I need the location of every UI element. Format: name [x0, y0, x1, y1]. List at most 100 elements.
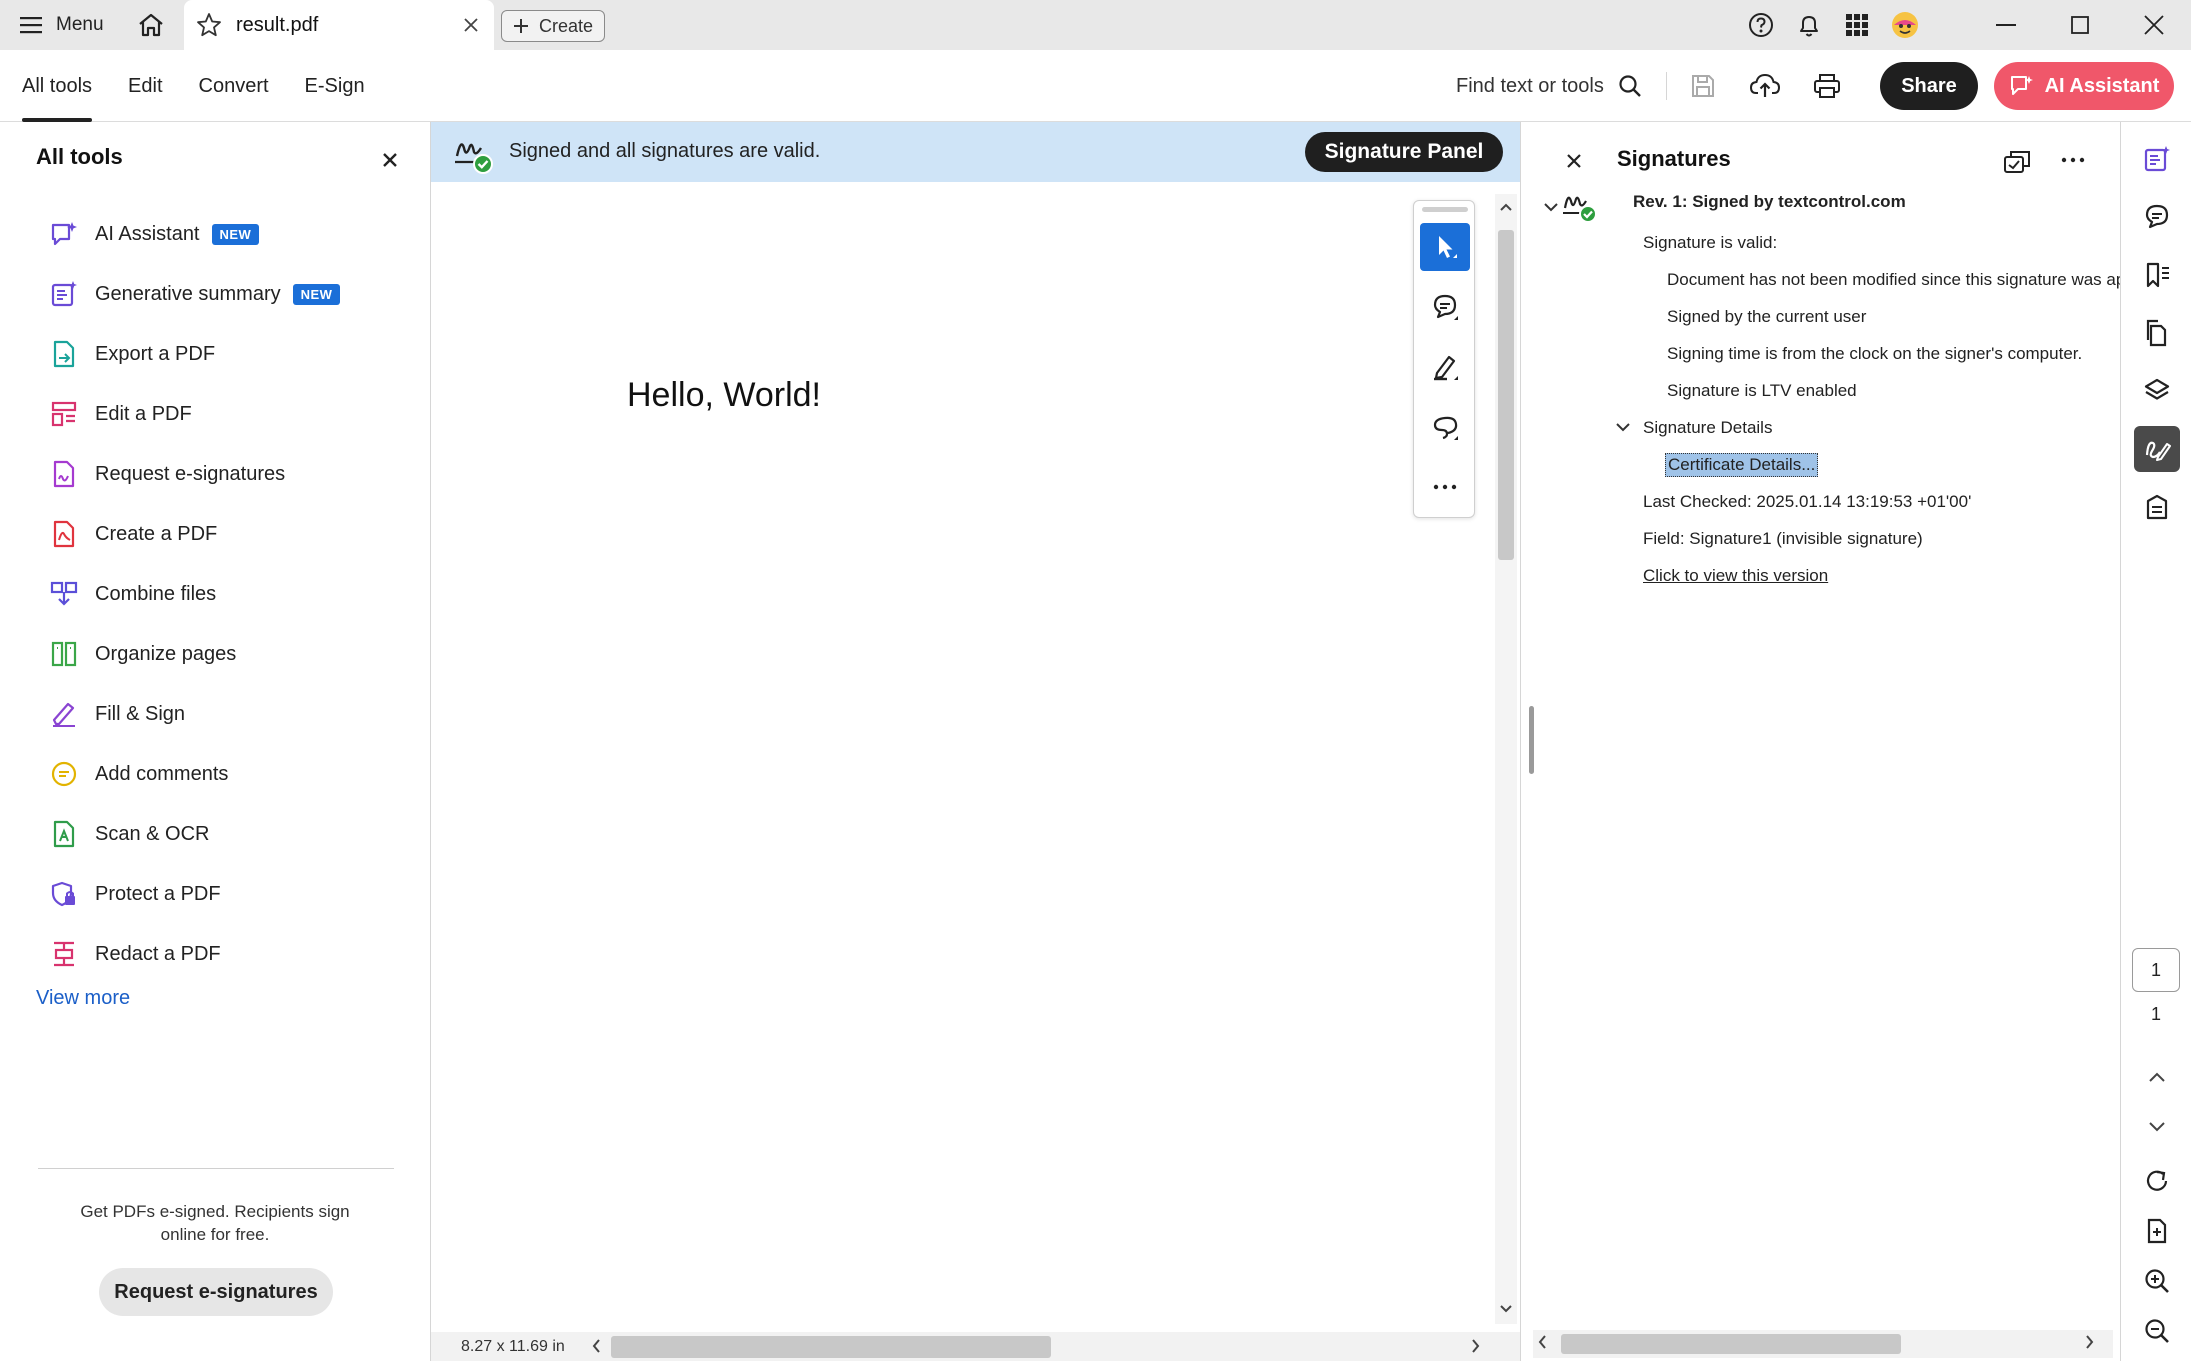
tab-edit[interactable]: Edit	[128, 50, 162, 122]
cursor-arrow-icon	[1431, 232, 1459, 262]
vertical-scrollbar[interactable]	[1495, 194, 1517, 1324]
tool-scan-ocr[interactable]: Scan & OCR	[48, 804, 428, 864]
zoom-in-icon	[2143, 1267, 2171, 1295]
current-page-input[interactable]: 1	[2132, 948, 2180, 992]
tool-redact-pdf[interactable]: Redact a PDF	[48, 924, 428, 984]
detail-current-user: Signed by the current user	[1667, 307, 1867, 326]
collapse-revision-icon[interactable]	[1543, 200, 1559, 214]
star-icon[interactable]	[196, 12, 226, 38]
request-esign-icon	[48, 458, 80, 490]
apps-grid-icon[interactable]	[1833, 0, 1881, 50]
view-more-link[interactable]: View more	[36, 987, 130, 1010]
tool-create-pdf[interactable]: Create a PDF	[48, 504, 428, 564]
zoom-out-button[interactable]	[2134, 1308, 2180, 1354]
tab-title: result.pdf	[236, 13, 319, 36]
signatures-horizontal-scrollbar[interactable]	[1533, 1330, 2113, 1358]
minimize-icon[interactable]	[1969, 0, 2043, 50]
tool-organize-pages[interactable]: Organize pages	[48, 624, 428, 684]
scroll-right-icon[interactable]	[1471, 1338, 1481, 1354]
create-button[interactable]: Create	[501, 10, 605, 42]
print-icon[interactable]	[1809, 68, 1845, 104]
layers-icon	[2143, 377, 2171, 405]
hamburger-icon	[20, 16, 42, 34]
previous-page-button[interactable]	[2134, 1054, 2180, 1100]
scroll-thumb[interactable]	[1561, 1334, 1901, 1354]
scroll-left-icon[interactable]	[1537, 1334, 1547, 1350]
next-page-button[interactable]	[2134, 1104, 2180, 1150]
help-icon[interactable]	[1737, 0, 1785, 50]
user-avatar-icon[interactable]	[1881, 0, 1929, 50]
comment-tool-button[interactable]	[1420, 283, 1470, 331]
maximize-icon[interactable]	[2043, 0, 2117, 50]
scroll-down-icon[interactable]	[1499, 1304, 1513, 1314]
share-button[interactable]: Share	[1880, 62, 1978, 110]
tool-export-pdf[interactable]: Export a PDF	[48, 324, 428, 384]
select-tool-button[interactable]	[1420, 223, 1470, 271]
tab-e-sign[interactable]: E-Sign	[305, 50, 365, 122]
draw-tool-button[interactable]	[1420, 403, 1470, 451]
panel-resize-handle[interactable]	[1529, 706, 1534, 774]
close-tab-icon[interactable]	[458, 17, 484, 33]
save-icon[interactable]	[1685, 68, 1721, 104]
view-version-link[interactable]: Click to view this version	[1643, 566, 1828, 586]
validate-all-icon[interactable]	[2003, 148, 2033, 176]
scan-ocr-icon	[48, 818, 80, 850]
tab-all-tools[interactable]: All tools	[22, 50, 93, 122]
certificate-details-item[interactable]: Certificate Details...	[1665, 453, 1819, 477]
highlight-tool-button[interactable]	[1420, 343, 1470, 391]
notifications-bell-icon[interactable]	[1785, 0, 1833, 50]
tool-protect-pdf[interactable]: Protect a PDF	[48, 864, 428, 924]
bookmark-icon	[2143, 261, 2171, 289]
rail-layers-button[interactable]	[2134, 368, 2180, 414]
rail-signatures-button[interactable]	[2134, 426, 2180, 472]
tool-generative-summary[interactable]: Generative summary NEW	[48, 264, 428, 324]
scroll-right-icon[interactable]	[2085, 1334, 2095, 1350]
rail-pages-button[interactable]	[2134, 310, 2180, 356]
tab-convert[interactable]: Convert	[199, 50, 269, 122]
comment-bubble-icon	[2143, 203, 2171, 231]
signature-banner: Signed and all signatures are valid. Sig…	[431, 122, 1520, 182]
upload-cloud-icon[interactable]	[1747, 68, 1783, 104]
horizontal-scroll-thumb[interactable]	[611, 1336, 1051, 1358]
rail-ai-summary-button[interactable]	[2134, 136, 2180, 182]
close-signatures-icon[interactable]	[1565, 152, 1583, 170]
tool-combine-files[interactable]: Combine files	[48, 564, 428, 624]
tool-fill-sign[interactable]: Fill & Sign	[48, 684, 428, 744]
signature-panel-button[interactable]: Signature Panel	[1305, 132, 1503, 172]
create-label: Create	[538, 15, 594, 36]
scroll-left-icon[interactable]	[591, 1338, 601, 1354]
scroll-up-icon[interactable]	[1499, 202, 1513, 212]
more-options-icon[interactable]	[2061, 148, 2085, 172]
fit-page-button[interactable]	[2134, 1208, 2180, 1254]
collapse-details-icon[interactable]	[1615, 420, 1631, 434]
total-pages: 1	[2150, 1004, 2161, 1024]
menu-button[interactable]: Menu	[20, 10, 104, 40]
zoom-in-button[interactable]	[2134, 1258, 2180, 1304]
home-button[interactable]	[134, 10, 168, 40]
signature-details-header[interactable]: Signature Details	[1643, 418, 1772, 438]
rail-bookmarks-button[interactable]	[2134, 252, 2180, 298]
document-viewer: Signed and all signatures are valid. Sig…	[431, 122, 1520, 1361]
request-esignatures-button[interactable]: Request e-signatures	[99, 1268, 333, 1316]
scroll-thumb[interactable]	[1498, 230, 1514, 560]
more-tools-button[interactable]	[1420, 463, 1470, 511]
window-close-icon[interactable]	[2117, 0, 2191, 50]
ai-assistant-icon	[48, 218, 80, 250]
tool-add-comments[interactable]: Add comments	[48, 744, 428, 804]
tool-request-esignatures[interactable]: Request e-signatures	[48, 444, 428, 504]
organize-pages-icon	[48, 638, 80, 670]
find-text-or-tools[interactable]: Find text or tools	[1456, 68, 1642, 104]
drag-handle[interactable]	[1422, 207, 1468, 212]
more-dots-icon	[1433, 484, 1457, 490]
ai-assistant-button[interactable]: AI Assistant	[1994, 62, 2174, 110]
revision-title[interactable]: Rev. 1: Signed by textcontrol.com	[1633, 192, 1906, 212]
tool-ai-assistant[interactable]: AI Assistant NEW	[48, 204, 428, 264]
document-tab[interactable]: result.pdf	[184, 0, 494, 50]
page-thumbnails-icon	[2143, 319, 2171, 347]
close-panel-icon[interactable]	[378, 148, 402, 172]
rotate-view-button[interactable]	[2134, 1158, 2180, 1204]
rail-comments-button[interactable]	[2134, 194, 2180, 240]
rail-certificate-button[interactable]	[2134, 484, 2180, 530]
tool-edit-pdf[interactable]: Edit a PDF	[48, 384, 428, 444]
generative-summary-icon	[2143, 145, 2171, 173]
